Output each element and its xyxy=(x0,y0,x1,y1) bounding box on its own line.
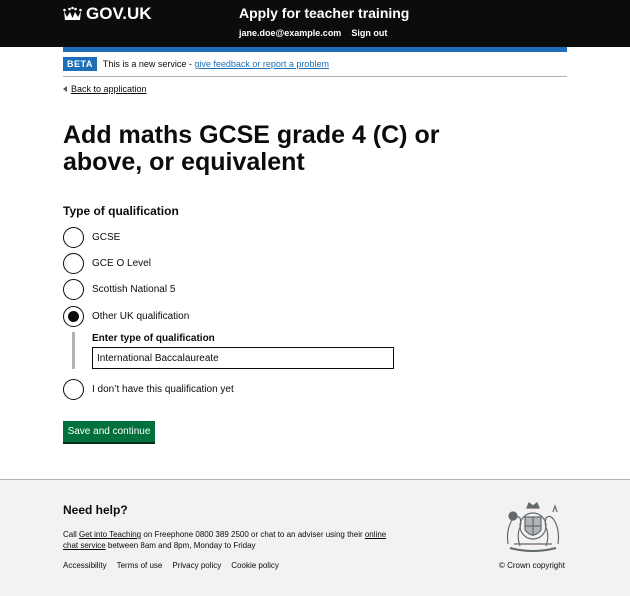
help-middle: on Freephone 0800 389 2500 or chat to an… xyxy=(141,530,365,539)
phase-text: This is a new service - give feedback or… xyxy=(103,59,329,69)
help-prefix: Call xyxy=(63,530,80,539)
footer-link-terms[interactable]: Terms of use xyxy=(117,561,163,570)
footer-link-privacy[interactable]: Privacy policy xyxy=(172,561,221,570)
radio-button[interactable] xyxy=(63,279,84,300)
footer-links: Accessibility Terms of use Privacy polic… xyxy=(63,561,279,570)
page-title: Add maths GCSE grade 4 (C) or above, or … xyxy=(63,121,440,176)
question-legend: Type of qualification xyxy=(63,204,179,218)
back-link[interactable]: Back to application xyxy=(63,84,147,94)
sign-out-link[interactable]: Sign out xyxy=(351,28,387,38)
site-footer: Need help? Call Get into Teaching on Fre… xyxy=(0,479,630,596)
logo-text: GOV.UK xyxy=(86,4,152,23)
radio-button[interactable] xyxy=(63,379,84,400)
conditional-reveal-border xyxy=(72,332,75,369)
crown-icon xyxy=(63,6,82,20)
radio-other-uk-qualification[interactable]: Other UK qualification xyxy=(63,306,189,327)
royal-crest-icon xyxy=(506,502,560,552)
help-text: Call Get into Teaching on Freephone 0800… xyxy=(63,529,403,551)
help-suffix: between 8am and 8pm, Monday to Friday xyxy=(105,541,256,550)
radio-no-qualification-yet[interactable]: I don’t have this qualification yet xyxy=(63,379,234,400)
radio-gcse[interactable]: GCSE xyxy=(63,227,120,248)
footer-link-cookies[interactable]: Cookie policy xyxy=(231,561,279,570)
back-chevron-icon xyxy=(63,86,67,92)
phase-banner: BETA This is a new service - give feedba… xyxy=(63,52,567,77)
qualification-type-label: Enter type of qualification xyxy=(92,333,215,344)
feedback-link[interactable]: give feedback or report a problem xyxy=(194,59,329,69)
phase-text-prefix: This is a new service - xyxy=(102,59,195,69)
radio-label: GCE O Level xyxy=(92,258,151,269)
save-and-continue-button[interactable]: Save and continue xyxy=(63,421,155,442)
beta-tag: BETA xyxy=(63,57,97,71)
user-email: jane.doe@example.com xyxy=(239,28,342,38)
radio-selected-dot xyxy=(68,311,79,322)
need-help-heading: Need help? xyxy=(63,503,128,517)
govuk-logo-link[interactable]: GOV.UK xyxy=(63,4,152,24)
radio-label: Scottish National 5 xyxy=(92,284,176,295)
get-into-teaching-link[interactable]: Get into Teaching xyxy=(79,530,141,539)
qualification-type-input[interactable] xyxy=(92,347,394,369)
back-link-text: Back to application xyxy=(71,84,147,94)
radio-scottish-national-5[interactable]: Scottish National 5 xyxy=(63,279,175,300)
radio-label: GCSE xyxy=(92,232,121,243)
radio-button-selected[interactable] xyxy=(63,306,84,327)
radio-button[interactable] xyxy=(63,253,84,274)
footer-link-accessibility[interactable]: Accessibility xyxy=(63,561,107,570)
header-nav: jane.doe@example.com Sign out xyxy=(239,28,387,38)
radio-label: Other UK qualification xyxy=(92,311,190,322)
radio-label: I don’t have this qualification yet xyxy=(92,384,234,395)
service-name[interactable]: Apply for teacher training xyxy=(239,5,409,21)
crown-copyright[interactable]: © Crown copyright xyxy=(499,561,565,570)
radio-button[interactable] xyxy=(63,227,84,248)
radio-gce-o-level[interactable]: GCE O Level xyxy=(63,253,151,274)
site-header: GOV.UK Apply for teacher training jane.d… xyxy=(0,0,630,47)
